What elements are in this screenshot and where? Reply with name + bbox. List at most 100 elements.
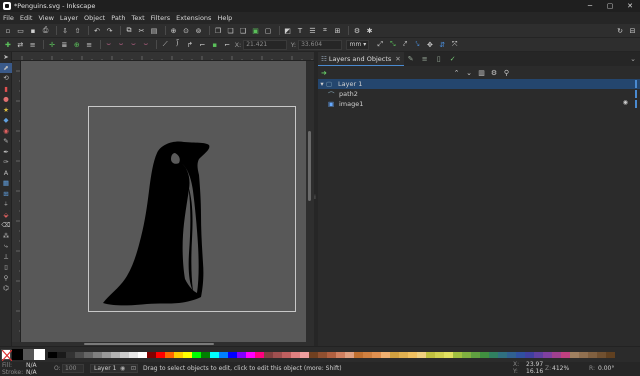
pages-tool-icon[interactable]: ▯ [0,262,12,273]
unlink-clone-icon[interactable]: ❑ [238,26,248,36]
selector-tool-icon[interactable]: ➤ [0,52,12,63]
color-swatch[interactable] [84,352,93,358]
swatch-gray[interactable] [23,349,34,360]
menu-help[interactable]: Help [217,14,232,22]
color-swatch[interactable] [381,352,390,358]
transform-gradient-icon[interactable]: ⤤ [400,40,410,50]
color-swatch[interactable] [228,352,237,358]
scale-stroke-icon[interactable]: ⤢ [375,40,385,50]
color-swatch[interactable] [246,352,255,358]
document-properties-icon[interactable]: ⚙ [352,26,362,36]
menu-filters[interactable]: Filters [151,14,170,22]
document-page[interactable] [88,106,296,312]
color-swatch[interactable] [363,352,372,358]
color-swatch[interactable] [156,352,165,358]
tree-row-path[interactable]: ⌒ path2 [318,89,640,99]
layers-icon[interactable]: ☰ [308,26,318,36]
color-swatch[interactable] [453,352,462,358]
color-swatch[interactable] [120,352,129,358]
mesh-tool-icon[interactable]: ⊞ [0,189,12,200]
color-swatch[interactable] [174,352,183,358]
scale-corners-icon[interactable]: ⤡ [388,40,398,50]
color-swatch[interactable] [102,352,111,358]
text-font-icon[interactable]: T [295,26,305,36]
lower-icon[interactable]: ⌣ [128,40,138,50]
raise-icon[interactable]: ⌣ [116,40,126,50]
color-swatch[interactable] [570,352,579,358]
search-icon[interactable]: ⚲ [502,68,512,78]
color-swatch[interactable] [201,352,210,358]
zoom-drawing-icon[interactable]: ⊙ [181,26,191,36]
color-swatch[interactable] [66,352,75,358]
zoom-selection-icon[interactable]: ⊕ [169,26,179,36]
color-swatch[interactable] [336,352,345,358]
minimize-button[interactable]: ─ [580,0,600,12]
menu-text[interactable]: Text [132,14,145,22]
color-swatch[interactable] [192,352,201,358]
color-swatch[interactable] [444,352,453,358]
tab-close-icon[interactable]: ✕ [395,55,400,63]
xml-editor-icon[interactable]: ⌗ [320,26,330,36]
color-swatch[interactable] [579,352,588,358]
color-swatch[interactable] [471,352,480,358]
ellipse-tool-icon[interactable]: ● [0,94,12,105]
rotation-value[interactable]: 0.00° [598,365,614,372]
color-swatch[interactable] [327,352,336,358]
transform-skew-icon[interactable]: ⌐ [222,40,232,50]
color-swatch[interactable] [417,352,426,358]
rotate-cw-icon[interactable]: ≣ [60,40,70,50]
settings-icon[interactable]: ⚙ [489,68,499,78]
close-button[interactable]: ✕ [620,0,640,12]
object-rotate-icon[interactable]: ⟋ [160,40,170,50]
visibility-icon[interactable]: ◉ [623,99,628,106]
menu-path[interactable]: Path [111,14,125,22]
color-swatch[interactable] [273,352,282,358]
color-swatch[interactable] [75,352,84,358]
redo-icon[interactable]: ↷ [105,26,115,36]
color-swatch[interactable] [282,352,291,358]
unit-select[interactable]: mm ▾ [345,39,370,50]
tab-fill-stroke-icon[interactable]: ✎ [404,52,418,66]
color-swatch[interactable] [597,352,606,358]
drawing-canvas[interactable] [21,61,306,342]
raise-to-top-icon[interactable]: ⌣ [104,40,114,50]
swatch-white[interactable] [34,349,45,360]
lpe-tool-icon[interactable]: ⌬ [0,283,12,294]
x-coordinate-input[interactable]: 21.421 [243,39,287,50]
color-swatch[interactable] [498,352,507,358]
fill-value[interactable]: N/A [26,362,37,369]
transform-scale-icon[interactable]: ▪ [210,40,220,50]
color-swatch[interactable] [399,352,408,358]
copy-icon[interactable]: ⧉ [124,26,134,36]
snap-toggle-icon[interactable]: ↻ [615,26,625,36]
new-document-icon[interactable]: ▫ [3,26,13,36]
node-tool-icon[interactable]: ⬈ [0,62,12,73]
opacity-input[interactable]: 100 [62,364,84,373]
zoom-tool-icon[interactable]: ⚲ [0,273,12,284]
tree-row-image[interactable]: ▣ image1 ◉ [318,99,640,109]
spiral-tool-icon[interactable]: ◉ [0,126,12,137]
paste-icon[interactable]: ▤ [149,26,159,36]
save-icon[interactable]: ▪ [28,26,38,36]
menu-object[interactable]: Object [84,14,105,22]
export-icon[interactable]: ⇧ [73,26,83,36]
color-swatch[interactable] [57,352,66,358]
color-swatch[interactable] [138,352,147,358]
color-swatch[interactable] [165,352,174,358]
color-swatch[interactable] [210,352,219,358]
move-up-icon[interactable]: ⌃ [452,68,462,78]
stroke-value[interactable]: N/A [26,369,37,376]
color-swatch[interactable] [390,352,399,358]
gradient-tool-icon[interactable]: ▦ [0,178,12,189]
tab-align-icon[interactable]: ≡ [418,52,432,66]
color-swatch[interactable] [48,352,57,358]
pen-tool-icon[interactable]: ✒ [0,147,12,158]
tweak-tool-icon[interactable]: ⟲ [0,73,12,84]
color-swatch[interactable] [525,352,534,358]
scroll-thumb[interactable] [308,131,311,201]
color-swatch[interactable] [219,352,228,358]
preferences-icon[interactable]: ✱ [365,26,375,36]
color-swatch[interactable] [480,352,489,358]
y-coordinate-input[interactable]: 33.604 [298,39,342,50]
color-swatch[interactable] [255,352,264,358]
